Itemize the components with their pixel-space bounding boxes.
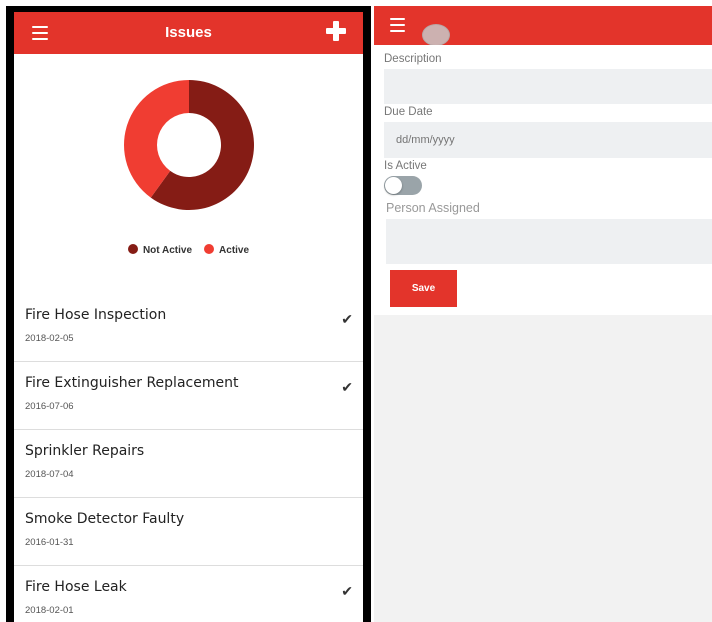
legend-label: Not Active: [142, 245, 193, 256]
hamburger-icon[interactable]: [390, 18, 405, 32]
legend-swatch: [204, 244, 215, 254]
due-date-input[interactable]: [384, 122, 712, 158]
issues-header: Issues: [14, 12, 363, 54]
check-icon: ✔: [341, 311, 353, 327]
issue-form: Description Due Date Is Active Person As…: [374, 45, 712, 315]
person-assigned-label: Person Assigned: [386, 201, 480, 215]
check-icon: ✔: [341, 379, 353, 395]
issue-name: Fire Hose Inspection: [25, 307, 167, 323]
issue-date: 2016-01-31: [25, 537, 74, 548]
issue-list: Fire Hose Inspection 2018-02-05 ✔ Fire Exti…: [14, 294, 363, 622]
legend-item: Not Active: [127, 244, 193, 256]
save-button[interactable]: Save: [390, 270, 457, 307]
status-donut-chart: [124, 80, 254, 210]
check-icon: ✔: [341, 583, 353, 599]
issue-name: Fire Hose Leak: [25, 579, 127, 595]
person-assigned-input[interactable]: [386, 219, 712, 264]
touch-ripple: [422, 24, 450, 46]
issue-name: Sprinkler Repairs: [25, 443, 145, 459]
legend-label: Active: [219, 245, 250, 256]
issue-name: Fire Extinguisher Replacement: [25, 375, 239, 391]
toggle-knob: [385, 177, 402, 194]
list-item[interactable]: Sprinkler Repairs 2018-07-04: [14, 430, 363, 498]
is-active-label: Is Active: [384, 160, 427, 172]
list-item[interactable]: Fire Extinguisher Replacement 2016-07-06 ✔: [14, 362, 363, 430]
issues-panel: Issues Not Active Active Fire Hose Inspec…: [6, 6, 371, 622]
form-header: [374, 6, 712, 46]
legend-item: Active: [204, 244, 249, 256]
is-active-toggle[interactable]: [384, 176, 422, 195]
description-label: Description: [384, 53, 442, 65]
issue-date: 2018-02-01: [25, 605, 74, 616]
page-title: Issues: [165, 24, 212, 41]
issue-date: 2018-07-04: [25, 469, 74, 480]
legend-swatch: [127, 244, 138, 254]
chart-legend: Not Active Active: [14, 244, 363, 256]
issue-date: 2018-02-05: [25, 333, 74, 344]
list-item[interactable]: Smoke Detector Faulty 2016-01-31: [14, 498, 363, 566]
due-date-label: Due Date: [384, 106, 433, 118]
issue-date: 2016-07-06: [25, 401, 74, 412]
list-item[interactable]: Fire Hose Leak 2018-02-01 ✔: [14, 566, 363, 622]
issue-form-panel: Description Due Date Is Active Person As…: [374, 6, 712, 622]
description-input[interactable]: [384, 69, 712, 104]
issue-name: Smoke Detector Faulty: [25, 511, 185, 527]
list-item[interactable]: Fire Hose Inspection 2018-02-05 ✔: [14, 294, 363, 362]
add-issue-button[interactable]: [323, 18, 349, 44]
